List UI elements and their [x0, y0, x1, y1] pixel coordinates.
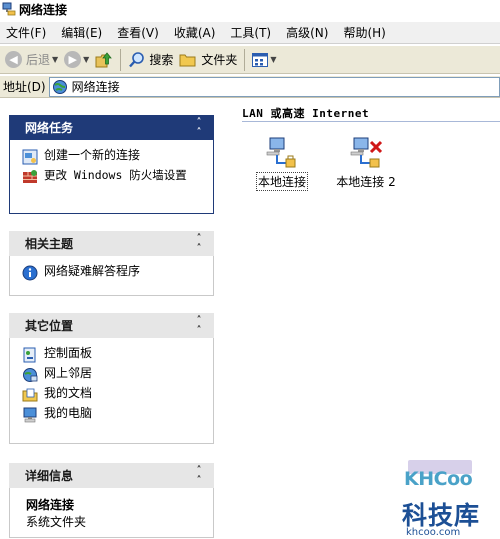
collapse-chevron-icon[interactable]: ˄ ˄ — [192, 233, 206, 253]
task-firewall-settings[interactable]: 更改 Windows 防火墙设置 — [22, 169, 205, 185]
collapse-chevron-icon[interactable]: ˄ ˄ — [192, 465, 206, 485]
task-label: 网络疑难解答程序 — [44, 264, 141, 278]
other-places-title: 其它位置 — [25, 319, 74, 333]
related-topics-panel: 相关主题 ˄ ˄ 网络疑难解答程序 — [9, 231, 214, 296]
toolbar-separator — [120, 48, 122, 71]
lan-disconnected-icon — [350, 137, 383, 168]
up-folder-icon — [95, 51, 113, 67]
folders-button[interactable]: 文件夹 — [176, 48, 240, 72]
documents-folder-icon — [22, 388, 38, 402]
menu-favorites[interactable]: 收藏(A) — [168, 24, 225, 41]
related-topics-title: 相关主题 — [25, 237, 74, 251]
network-tasks-body: 创建一个新的连接 更改 Windows 防火墙设置 — [9, 140, 214, 214]
group-header: LAN 或高速 Internet — [242, 107, 370, 120]
address-label: 地址(D) — [3, 80, 46, 94]
menu-view[interactable]: 查看(V) — [111, 24, 168, 41]
task-create-connection[interactable]: 创建一个新的连接 — [22, 149, 205, 165]
firewall-icon — [23, 170, 37, 183]
menu-edit[interactable]: 编辑(E) — [55, 24, 111, 41]
views-grid-icon — [252, 52, 269, 67]
toolbar-separator — [244, 48, 246, 71]
window-titlebar: 网络连接 — [0, 0, 500, 18]
new-connection-icon — [22, 149, 38, 165]
details-type: 系统文件夹 — [26, 515, 87, 529]
menu-advanced[interactable]: 高级(N) — [280, 24, 337, 41]
place-label: 控制面板 — [44, 346, 93, 360]
details-name: 网络连接 — [26, 498, 75, 512]
back-button[interactable]: ◀ 后退 ▼ — [2, 48, 61, 72]
network-tasks-title: 网络任务 — [25, 121, 74, 135]
search-icon — [129, 51, 145, 67]
forward-button[interactable]: ▶ ▼ — [61, 48, 92, 72]
search-button[interactable]: 搜索 — [125, 48, 176, 72]
up-folder-button[interactable] — [92, 48, 116, 72]
address-bar: 地址(D) 网络连接 — [0, 76, 500, 98]
other-places-panel: 其它位置 ˄ ˄ 控制面板 网上邻居 我的文档 我的电脑 — [9, 313, 214, 444]
menu-bar: 文件(F) 编辑(E) 查看(V) 收藏(A) 工具(T) 高级(N) 帮助(H… — [0, 22, 500, 44]
toolbar: ◀ 后退 ▼ ▶ ▼ 搜索 文件夹 ▼ — [0, 46, 500, 74]
back-dropdown-icon[interactable]: ▼ — [52, 55, 58, 64]
related-topics-body: 网络疑难解答程序 — [9, 256, 214, 296]
menu-file[interactable]: 文件(F) — [0, 24, 55, 41]
place-network-neighborhood[interactable]: 网上邻居 — [22, 367, 205, 383]
folders-label: 文件夹 — [201, 53, 238, 67]
other-places-header[interactable]: 其它位置 ˄ ˄ — [9, 313, 214, 338]
place-control-panel[interactable]: 控制面板 — [22, 347, 205, 363]
details-panel: 详细信息 ˄ ˄ 网络连接 系统文件夹 — [9, 463, 214, 538]
details-title: 详细信息 — [25, 469, 74, 483]
folder-icon — [179, 54, 196, 66]
collapse-chevron-icon[interactable]: ˄ ˄ — [192, 315, 206, 335]
views-dropdown-icon[interactable]: ▼ — [270, 55, 276, 64]
menu-help[interactable]: 帮助(H) — [337, 24, 394, 41]
task-troubleshooter[interactable]: 网络疑难解答程序 — [22, 265, 205, 281]
network-places-icon — [23, 368, 38, 382]
network-globe-icon — [52, 79, 67, 94]
back-label: 后退 — [26, 53, 51, 67]
related-topics-header[interactable]: 相关主题 ˄ ˄ — [9, 231, 214, 256]
connection-label: 本地连接 — [255, 172, 309, 191]
views-button[interactable]: ▼ — [249, 48, 279, 72]
connection-label: 本地连接 2 — [336, 175, 396, 189]
back-arrow-icon: ◀ — [5, 51, 22, 68]
network-connections-icon — [2, 2, 16, 16]
window-title: 网络连接 — [19, 2, 68, 17]
info-icon — [22, 265, 38, 281]
watermark-url: khcoo.com — [406, 527, 461, 538]
other-places-body: 控制面板 网上邻居 我的文档 我的电脑 — [9, 338, 214, 444]
details-header[interactable]: 详细信息 ˄ ˄ — [9, 463, 214, 488]
address-input[interactable]: 网络连接 — [48, 76, 500, 97]
search-label: 搜索 — [149, 53, 174, 67]
task-label: 创建一个新的连接 — [44, 148, 141, 162]
watermark: KHCoo 科技库 khcoo.com — [396, 458, 500, 539]
address-value: 网络连接 — [71, 80, 120, 94]
network-tasks-header[interactable]: 网络任务 ˄ ˄ — [9, 115, 214, 140]
task-label: 更改 Windows 防火墙设置 — [44, 168, 187, 182]
collapse-chevron-icon[interactable]: ˄ ˄ — [192, 117, 206, 137]
place-my-documents[interactable]: 我的文档 — [22, 387, 205, 403]
network-tasks-panel: 网络任务 ˄ ˄ 创建一个新的连接 更改 Windows 防火墙设置 — [9, 115, 214, 214]
place-label: 我的文档 — [44, 386, 93, 400]
my-computer-icon — [23, 407, 37, 423]
control-panel-icon — [23, 347, 36, 363]
forward-dropdown-icon[interactable]: ▼ — [83, 55, 89, 64]
details-body: 网络连接 系统文件夹 — [9, 488, 214, 538]
place-label: 我的电脑 — [44, 406, 93, 420]
menu-tools[interactable]: 工具(T) — [224, 24, 280, 41]
place-label: 网上邻居 — [44, 366, 93, 380]
place-my-computer[interactable]: 我的电脑 — [22, 407, 205, 423]
connection-local-area[interactable]: 本地连接 — [242, 135, 322, 191]
watermark-logo-en: KHCoo — [404, 468, 473, 490]
forward-arrow-icon: ▶ — [64, 51, 82, 68]
connection-local-area-2[interactable]: 本地连接 2 — [326, 135, 406, 190]
lan-connection-icon — [266, 137, 296, 168]
task-pane: 网络任务 ˄ ˄ 创建一个新的连接 更改 Windows 防火墙设置 相关主题 … — [0, 99, 222, 539]
group-divider — [242, 121, 500, 122]
